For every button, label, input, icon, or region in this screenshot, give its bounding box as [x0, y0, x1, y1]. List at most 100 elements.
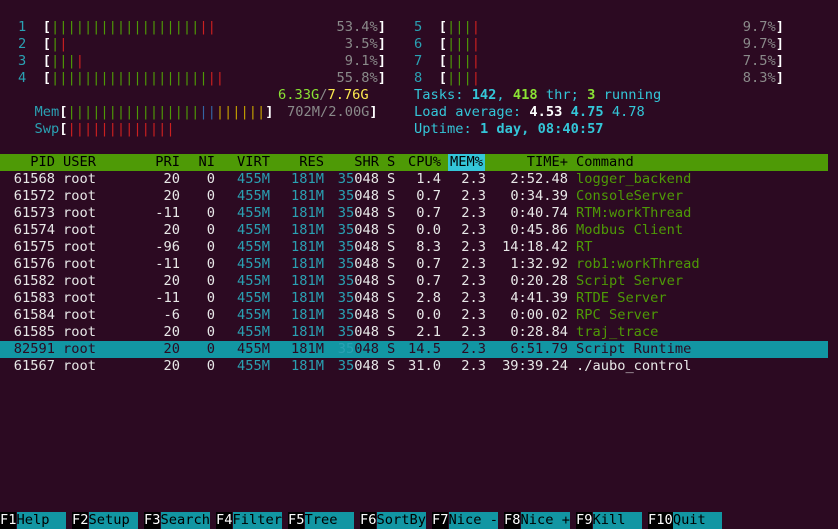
- fkey-f9[interactable]: F9: [576, 512, 593, 529]
- column-header-cpu[interactable]: CPU%: [408, 154, 441, 171]
- load-average-line: Load average: 4.53 4.75 4.78: [414, 104, 645, 120]
- process-res: 181M: [291, 358, 324, 374]
- process-cpu: 2.8: [416, 290, 441, 306]
- process-pri: -11: [155, 205, 180, 221]
- mem-value: 6.33G/7.76G: [278, 87, 369, 103]
- cpu-id: 5: [414, 19, 423, 35]
- column-header-s[interactable]: S: [387, 154, 395, 171]
- fkey-f10[interactable]: F10: [648, 512, 673, 529]
- process-ni: 0: [206, 324, 215, 340]
- cpu-meter-7: 7 [||||: [414, 53, 480, 69]
- column-header-shr[interactable]: SHR: [354, 154, 379, 171]
- cpu-meter-8: 8 [||||: [414, 70, 480, 86]
- process-cmd: traj_trace: [576, 324, 659, 340]
- column-header-virt[interactable]: VIRT: [237, 154, 270, 171]
- process-virt: 455M: [237, 290, 270, 306]
- process-cpu: 2.1: [416, 324, 441, 340]
- process-s: S: [387, 222, 396, 238]
- cpu-bar: ||||: [446, 36, 480, 52]
- process-row[interactable]: 61582 root 20 0 455M 181M 35048 S 0.7 2.3 0:20.28 S…: [0, 273, 828, 290]
- swp-bar: |||||||||||||: [67, 121, 175, 137]
- process-time: 6:51.79: [510, 341, 568, 357]
- process-row[interactable]: 61567 root 20 0 455M 181M 35048 S 31.0 2.3 39:39.2…: [0, 358, 828, 375]
- process-ni: 0: [206, 239, 215, 255]
- fkey-label-f10[interactable]: Quit: [672, 512, 723, 529]
- process-res: 181M: [291, 239, 324, 255]
- process-ni: 0: [206, 256, 215, 272]
- fkey-f3[interactable]: F3: [144, 512, 161, 529]
- column-header-pri[interactable]: PRI: [155, 154, 180, 171]
- fkey-label-f2[interactable]: Setup: [88, 512, 138, 529]
- process-row[interactable]: 61583 root -11 0 455M 181M 35048 S 2.8 2.3 4:41.39…: [0, 290, 828, 307]
- process-row[interactable]: 82591 root 20 0 455M 181M 35048 S 14.5 2.3 6:51.79…: [0, 341, 828, 358]
- column-header-res[interactable]: RES: [299, 154, 324, 171]
- cpu-meter-1: 1 [||||||||||||||||||||: [18, 19, 216, 35]
- fkey-label-f3[interactable]: Search: [160, 512, 210, 529]
- fkey-f2[interactable]: F2: [72, 512, 89, 529]
- cpu-meter-5: 5 [||||: [414, 19, 480, 35]
- fkey-f4[interactable]: F4: [216, 512, 233, 529]
- fkey-label-f8[interactable]: Nice +: [520, 512, 570, 529]
- process-row[interactable]: 61576 root -11 0 455M 181M 35048 S 0.7 2.3 1:32.92…: [0, 256, 828, 273]
- process-shr: 35048: [337, 358, 379, 374]
- process-virt: 455M: [237, 324, 270, 340]
- process-time: 1:32.92: [510, 256, 568, 272]
- fkey-f6[interactable]: F6: [360, 512, 377, 529]
- column-header-command[interactable]: Command: [576, 154, 634, 171]
- process-ni: 0: [206, 188, 215, 204]
- process-virt: 455M: [237, 222, 270, 238]
- fkey-f5[interactable]: F5: [288, 512, 305, 529]
- process-mem: 2.3: [461, 290, 486, 306]
- fkey-label-f7[interactable]: Nice -: [448, 512, 498, 529]
- process-row[interactable]: 61573 root -11 0 455M 181M 35048 S 0.7 2.3 0:40.74…: [0, 205, 828, 222]
- process-row[interactable]: 61584 root -6 0 455M 181M 35048 S 0.0 2.3 0:00.02 R…: [0, 307, 828, 324]
- process-table-header[interactable]: PID USER PRI NI VIRT RES SHR S CPU% MEM% TIME+ Comm…: [0, 154, 828, 171]
- process-row[interactable]: 61568 root 20 0 455M 181M 35048 S 1.4 2.3 2:52.48 l…: [0, 171, 828, 188]
- fkey-f8[interactable]: F8: [504, 512, 521, 529]
- process-row[interactable]: 61572 root 20 0 455M 181M 35048 S 0.7 2.3 0:34.39 C…: [0, 188, 828, 205]
- process-row[interactable]: 61585 root 20 0 455M 181M 35048 S 2.1 2.3 0:28.84 t…: [0, 324, 828, 341]
- process-virt: 455M: [237, 273, 270, 289]
- process-s: S: [387, 341, 396, 357]
- process-time: 4:41.39: [510, 290, 568, 306]
- process-cpu: 0.7: [416, 256, 441, 272]
- cpu-bar: ||||: [50, 53, 84, 69]
- cpu-percent-6: 9.7%]: [742, 36, 784, 52]
- column-header-mem[interactable]: MEM%: [448, 154, 485, 171]
- process-cmd: Modbus Client: [576, 222, 684, 238]
- process-res: 181M: [291, 324, 324, 340]
- process-virt: 455M: [237, 239, 270, 255]
- fkey-label-f6[interactable]: SortBy: [376, 512, 426, 529]
- process-s: S: [387, 290, 396, 306]
- fkey-f7[interactable]: F7: [432, 512, 449, 529]
- process-s: S: [387, 205, 396, 221]
- process-pri: 20: [163, 358, 180, 374]
- fkey-label-f9[interactable]: Kill: [592, 512, 642, 529]
- process-pid: 82591: [13, 341, 55, 357]
- process-row[interactable]: 61574 root 20 0 455M 181M 35048 S 0.0 2.3 0:45.86 M…: [0, 222, 828, 239]
- column-header-pid[interactable]: PID: [30, 154, 55, 171]
- process-s: S: [387, 188, 396, 204]
- cpu-bar: |||||||||||||||||||||: [50, 70, 225, 86]
- process-pri: -11: [155, 290, 180, 306]
- process-cmd: logger_backend: [576, 171, 692, 187]
- cpu-percent-4: 55.8%]: [336, 70, 386, 86]
- process-time: 0:00.02: [510, 307, 568, 323]
- cpu-bar: ||||||||||||||||||||: [50, 19, 216, 35]
- fkey-f1[interactable]: F1: [0, 512, 17, 529]
- fkey-label-f4[interactable]: Filter: [232, 512, 282, 529]
- process-shr: 35048: [337, 222, 379, 238]
- fkey-label-f1[interactable]: Help: [16, 512, 66, 529]
- process-ni: 0: [206, 290, 215, 306]
- column-header-ni[interactable]: NI: [199, 154, 215, 171]
- process-pri: 20: [163, 188, 180, 204]
- process-virt: 455M: [237, 205, 270, 221]
- process-row[interactable]: 61575 root -96 0 455M 181M 35048 S 8.3 2.3 14:18.4…: [0, 239, 828, 256]
- column-header-user[interactable]: USER: [63, 154, 96, 171]
- column-header-time[interactable]: TIME+: [527, 154, 568, 171]
- process-user: root: [63, 205, 96, 221]
- cpu-bar: ||||: [446, 70, 480, 86]
- fkey-label-f5[interactable]: Tree: [304, 512, 354, 529]
- process-s: S: [387, 324, 396, 340]
- process-cmd: RTDE Server: [576, 290, 667, 306]
